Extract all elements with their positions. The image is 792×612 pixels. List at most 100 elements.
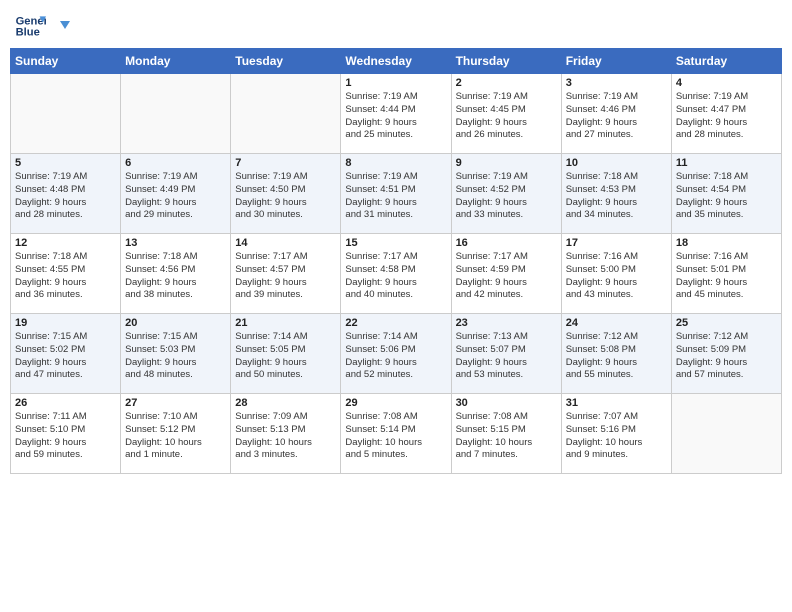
day-number: 21 <box>235 317 336 329</box>
day-info: Sunrise: 7:16 AM Sunset: 5:00 PM Dayligh… <box>566 251 667 302</box>
logo: General Blue <box>14 10 70 42</box>
day-number: 17 <box>566 237 667 249</box>
day-number: 31 <box>566 397 667 409</box>
calendar-cell <box>231 74 341 154</box>
day-info: Sunrise: 7:18 AM Sunset: 4:55 PM Dayligh… <box>15 251 116 302</box>
day-info: Sunrise: 7:19 AM Sunset: 4:47 PM Dayligh… <box>676 91 777 142</box>
day-number: 22 <box>345 317 446 329</box>
day-number: 16 <box>456 237 557 249</box>
calendar-cell: 8 Sunrise: 7:19 AM Sunset: 4:51 PM Daylig… <box>341 154 451 234</box>
day-number: 14 <box>235 237 336 249</box>
day-info: Sunrise: 7:18 AM Sunset: 4:56 PM Dayligh… <box>125 251 226 302</box>
calendar-cell: 2Sunrise: 7:19 AM Sunset: 4:45 PM Daylig… <box>451 74 561 154</box>
calendar-week-row: 26Sunrise: 7:11 AM Sunset: 5:10 PM Dayli… <box>11 394 782 474</box>
calendar-cell: 29Sunrise: 7:08 AM Sunset: 5:14 PM Dayli… <box>341 394 451 474</box>
day-info: Sunrise: 7:18 AM Sunset: 4:54 PM Dayligh… <box>676 171 777 222</box>
calendar-cell: 17 Sunrise: 7:16 AM Sunset: 5:00 PM Dayli… <box>561 234 671 314</box>
day-number: 11 <box>676 157 777 169</box>
day-info: Sunrise: 7:17 AM Sunset: 4:58 PM Dayligh… <box>345 251 446 302</box>
day-info: Sunrise: 7:19 AM Sunset: 4:46 PM Dayligh… <box>566 91 667 142</box>
day-number: 20 <box>125 317 226 329</box>
calendar-cell: 10Sunrise: 7:18 AM Sunset: 4:53 PM Dayli… <box>561 154 671 234</box>
calendar-week-row: 1 Sunrise: 7:19 AM Sunset: 4:44 PM Daylig… <box>11 74 782 154</box>
day-number: 25 <box>676 317 777 329</box>
calendar-cell: 21 Sunrise: 7:14 AM Sunset: 5:05 PM Dayli… <box>231 314 341 394</box>
calendar-cell: 25 Sunrise: 7:12 AM Sunset: 5:09 PM Dayli… <box>671 314 781 394</box>
calendar-cell: 7 Sunrise: 7:19 AM Sunset: 4:50 PM Daylig… <box>231 154 341 234</box>
calendar-cell: 31Sunrise: 7:07 AM Sunset: 5:16 PM Dayli… <box>561 394 671 474</box>
day-number: 10 <box>566 157 667 169</box>
calendar-cell: 3 Sunrise: 7:19 AM Sunset: 4:46 PM Daylig… <box>561 74 671 154</box>
day-number: 13 <box>125 237 226 249</box>
day-info: Sunrise: 7:19 AM Sunset: 4:52 PM Dayligh… <box>456 171 557 222</box>
day-info: Sunrise: 7:10 AM Sunset: 5:12 PM Dayligh… <box>125 411 226 462</box>
calendar-cell: 14 Sunrise: 7:17 AM Sunset: 4:57 PM Dayli… <box>231 234 341 314</box>
day-info: Sunrise: 7:12 AM Sunset: 5:08 PM Dayligh… <box>566 331 667 382</box>
calendar-week-row: 19 Sunrise: 7:15 AM Sunset: 5:02 PM Dayli… <box>11 314 782 394</box>
svg-text:Blue: Blue <box>16 27 40 39</box>
day-number: 23 <box>456 317 557 329</box>
day-info: Sunrise: 7:17 AM Sunset: 4:59 PM Dayligh… <box>456 251 557 302</box>
weekday-header-friday: Friday <box>561 49 671 74</box>
day-number: 19 <box>15 317 116 329</box>
day-number: 30 <box>456 397 557 409</box>
day-number: 3 <box>566 77 667 89</box>
weekday-header-wednesday: Wednesday <box>341 49 451 74</box>
calendar-cell: 9 Sunrise: 7:19 AM Sunset: 4:52 PM Daylig… <box>451 154 561 234</box>
day-number: 1 <box>345 77 446 89</box>
calendar-cell: 16 Sunrise: 7:17 AM Sunset: 4:59 PM Dayli… <box>451 234 561 314</box>
day-info: Sunrise: 7:15 AM Sunset: 5:02 PM Dayligh… <box>15 331 116 382</box>
day-info: Sunrise: 7:19 AM Sunset: 4:48 PM Dayligh… <box>15 171 116 222</box>
logo-arrow-icon <box>52 19 70 37</box>
header: General Blue <box>10 10 782 42</box>
weekday-header-tuesday: Tuesday <box>231 49 341 74</box>
calendar-cell <box>121 74 231 154</box>
day-number: 4 <box>676 77 777 89</box>
day-number: 8 <box>345 157 446 169</box>
day-number: 9 <box>456 157 557 169</box>
calendar-cell: 13 Sunrise: 7:18 AM Sunset: 4:56 PM Dayli… <box>121 234 231 314</box>
day-info: Sunrise: 7:09 AM Sunset: 5:13 PM Dayligh… <box>235 411 336 462</box>
calendar-cell: 6Sunrise: 7:19 AM Sunset: 4:49 PM Daylig… <box>121 154 231 234</box>
calendar-cell: 20 Sunrise: 7:15 AM Sunset: 5:03 PM Dayli… <box>121 314 231 394</box>
calendar-cell: 19 Sunrise: 7:15 AM Sunset: 5:02 PM Dayli… <box>11 314 121 394</box>
day-info: Sunrise: 7:08 AM Sunset: 5:15 PM Dayligh… <box>456 411 557 462</box>
calendar-cell: 12 Sunrise: 7:18 AM Sunset: 4:55 PM Dayli… <box>11 234 121 314</box>
day-number: 26 <box>15 397 116 409</box>
day-number: 28 <box>235 397 336 409</box>
day-info: Sunrise: 7:17 AM Sunset: 4:57 PM Dayligh… <box>235 251 336 302</box>
calendar-cell: 24Sunrise: 7:12 AM Sunset: 5:08 PM Dayli… <box>561 314 671 394</box>
day-number: 12 <box>15 237 116 249</box>
day-info: Sunrise: 7:12 AM Sunset: 5:09 PM Dayligh… <box>676 331 777 382</box>
calendar-header-row: SundayMondayTuesdayWednesdayThursdayFrid… <box>11 49 782 74</box>
weekday-header-sunday: Sunday <box>11 49 121 74</box>
calendar-week-row: 5 Sunrise: 7:19 AM Sunset: 4:48 PM Daylig… <box>11 154 782 234</box>
calendar-cell: 15 Sunrise: 7:17 AM Sunset: 4:58 PM Dayli… <box>341 234 451 314</box>
day-info: Sunrise: 7:19 AM Sunset: 4:50 PM Dayligh… <box>235 171 336 222</box>
calendar-cell: 23Sunrise: 7:13 AM Sunset: 5:07 PM Dayli… <box>451 314 561 394</box>
day-info: Sunrise: 7:14 AM Sunset: 5:05 PM Dayligh… <box>235 331 336 382</box>
weekday-header-monday: Monday <box>121 49 231 74</box>
day-number: 27 <box>125 397 226 409</box>
calendar-cell: 28 Sunrise: 7:09 AM Sunset: 5:13 PM Dayli… <box>231 394 341 474</box>
day-info: Sunrise: 7:16 AM Sunset: 5:01 PM Dayligh… <box>676 251 777 302</box>
calendar-cell: 18 Sunrise: 7:16 AM Sunset: 5:01 PM Dayli… <box>671 234 781 314</box>
day-number: 15 <box>345 237 446 249</box>
calendar-cell: 5 Sunrise: 7:19 AM Sunset: 4:48 PM Daylig… <box>11 154 121 234</box>
day-info: Sunrise: 7:14 AM Sunset: 5:06 PM Dayligh… <box>345 331 446 382</box>
logo-icon: General Blue <box>14 10 46 42</box>
day-info: Sunrise: 7:19 AM Sunset: 4:51 PM Dayligh… <box>345 171 446 222</box>
day-number: 2 <box>456 77 557 89</box>
day-info: Sunrise: 7:19 AM Sunset: 4:44 PM Dayligh… <box>345 91 446 142</box>
day-info: Sunrise: 7:15 AM Sunset: 5:03 PM Dayligh… <box>125 331 226 382</box>
day-number: 18 <box>676 237 777 249</box>
day-number: 5 <box>15 157 116 169</box>
day-number: 7 <box>235 157 336 169</box>
calendar-cell: 1 Sunrise: 7:19 AM Sunset: 4:44 PM Daylig… <box>341 74 451 154</box>
calendar-cell: 11 Sunrise: 7:18 AM Sunset: 4:54 PM Dayli… <box>671 154 781 234</box>
day-info: Sunrise: 7:19 AM Sunset: 4:49 PM Dayligh… <box>125 171 226 222</box>
page: General Blue SundayMondayT <box>0 0 792 612</box>
calendar-cell: 30 Sunrise: 7:08 AM Sunset: 5:15 PM Dayli… <box>451 394 561 474</box>
calendar-cell: 26Sunrise: 7:11 AM Sunset: 5:10 PM Dayli… <box>11 394 121 474</box>
calendar-week-row: 12 Sunrise: 7:18 AM Sunset: 4:55 PM Dayli… <box>11 234 782 314</box>
